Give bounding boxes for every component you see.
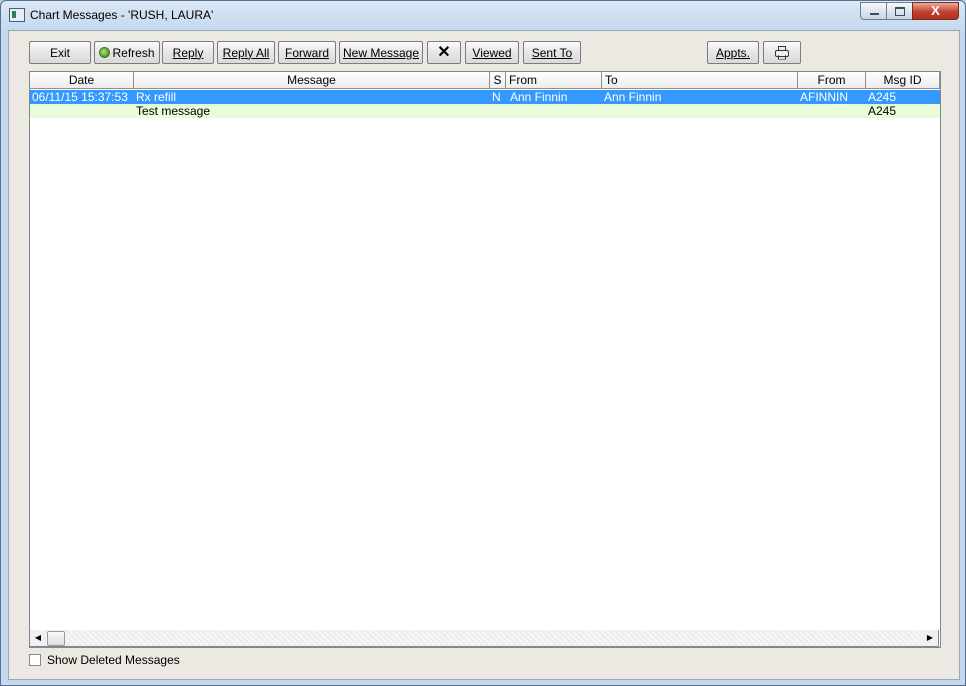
minimize-icon[interactable]	[860, 2, 887, 20]
table-row[interactable]: Test message A245	[30, 104, 940, 118]
new-message-button[interactable]: New Message	[339, 41, 423, 64]
grid-header: Date Message S From To From Msg ID	[30, 72, 940, 89]
col-header-msg-id[interactable]: Msg ID	[866, 72, 940, 89]
show-deleted-checkbox[interactable]	[29, 654, 41, 666]
reply-all-button-label: Reply All	[222, 45, 270, 60]
app-icon	[9, 8, 25, 22]
refresh-button-label: Refresh	[112, 45, 155, 60]
printer-icon	[774, 46, 790, 60]
cell-from-id: AFINNIN	[800, 90, 848, 104]
cell-to: Ann Finnin	[604, 90, 662, 104]
refresh-button[interactable]: Refresh	[94, 41, 160, 64]
cell-date	[32, 104, 134, 118]
cell-status	[492, 104, 506, 118]
reply-button[interactable]: Reply	[162, 41, 214, 64]
appts-button-label: Appts.	[715, 45, 751, 60]
col-header-message[interactable]: Message	[134, 72, 490, 89]
refresh-icon	[99, 47, 111, 58]
exit-button-label: Exit	[49, 45, 70, 60]
horizontal-scrollbar[interactable]: ◀ ▶	[29, 630, 939, 647]
messages-grid[interactable]: Date Message S From To From Msg ID 06/11…	[29, 71, 941, 648]
table-row[interactable]: 06/11/15 15:37:53 Rx refill N Ann Finnin…	[30, 90, 940, 104]
close-icon[interactable]: X	[912, 2, 959, 20]
col-header-to[interactable]: To	[602, 72, 798, 89]
cell-date: 06/11/15 15:37:53	[32, 90, 128, 104]
cell-message: Rx refill	[136, 90, 177, 104]
viewed-button[interactable]: Viewed	[465, 41, 519, 64]
col-header-date[interactable]: Date	[30, 72, 134, 89]
cell-from-id	[800, 104, 866, 118]
scroll-left-icon[interactable]: ◀	[30, 631, 46, 645]
exit-button[interactable]: Exit	[29, 41, 91, 64]
col-header-status[interactable]: S	[490, 72, 506, 89]
forward-button[interactable]: Forward	[278, 41, 336, 64]
window-controls: X	[860, 2, 959, 20]
cell-to	[604, 104, 796, 118]
forward-button-label: Forward	[284, 45, 329, 60]
title-bar[interactable]: Chart Messages - 'RUSH, LAURA' X	[1, 1, 965, 29]
scroll-track[interactable]	[65, 631, 920, 645]
sent-to-button[interactable]: Sent To	[523, 41, 581, 64]
new-message-button-label: New Message	[342, 45, 420, 60]
cell-from	[510, 104, 602, 118]
cell-msg-id: A245	[868, 104, 897, 118]
client-area: Exit Refresh Reply Reply All Forward New…	[8, 30, 960, 680]
delete-button[interactable]: ✕	[427, 41, 461, 64]
sent-to-button-label: Sent To	[531, 45, 573, 60]
maximize-icon[interactable]	[886, 2, 913, 20]
col-header-from[interactable]: From	[506, 72, 602, 89]
cell-from: Ann Finnin	[510, 90, 568, 104]
cell-msg-id: A245	[868, 90, 897, 104]
viewed-button-label: Viewed	[472, 45, 512, 60]
chart-messages-window: Chart Messages - 'RUSH, LAURA' X Exit Re…	[0, 0, 966, 686]
scroll-right-icon[interactable]: ▶	[922, 631, 938, 645]
print-button[interactable]	[763, 41, 801, 64]
scroll-thumb[interactable]	[47, 631, 65, 646]
cell-message: Test message	[136, 104, 211, 118]
cell-status: N	[492, 90, 501, 104]
show-deleted-option[interactable]: Show Deleted Messages	[29, 653, 180, 667]
x-icon: ✕	[437, 43, 451, 61]
reply-button-label: Reply	[172, 45, 204, 60]
window-title: Chart Messages - 'RUSH, LAURA'	[30, 8, 214, 22]
reply-all-button[interactable]: Reply All	[217, 41, 275, 64]
show-deleted-label: Show Deleted Messages	[47, 653, 180, 667]
col-header-from-id[interactable]: From	[798, 72, 866, 89]
appts-button[interactable]: Appts.	[707, 41, 759, 64]
